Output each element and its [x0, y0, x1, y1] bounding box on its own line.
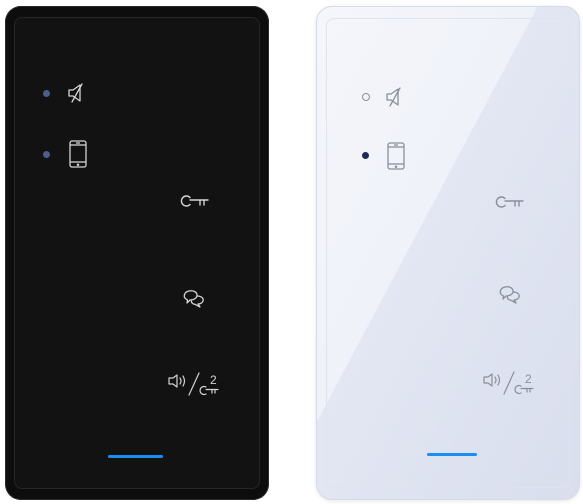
- chat-bubbles-icon: [183, 290, 204, 308]
- smartphone-icon: [69, 140, 87, 168]
- panel-inner-frame: [326, 18, 570, 488]
- keypad-panel-black: 2: [5, 6, 269, 500]
- panel-inner-frame: [14, 17, 260, 489]
- button-number-label: 2: [525, 372, 532, 386]
- phone-status-led: [43, 151, 50, 158]
- button-number-label: 2: [210, 373, 217, 387]
- key-icon: [495, 196, 524, 208]
- phone-status-led: [362, 152, 369, 159]
- chat-button[interactable]: [498, 282, 522, 306]
- mute-status-led: [362, 93, 370, 101]
- speaker-key-button[interactable]: 2: [483, 369, 539, 397]
- chat-button[interactable]: [182, 286, 206, 310]
- key-icon: [180, 195, 209, 207]
- speaker-key-icon: 2: [168, 372, 219, 396]
- chat-bubbles-icon: [499, 286, 520, 304]
- speaker-muted-icon: [67, 82, 89, 104]
- status-light-bar: [427, 453, 477, 456]
- speaker-key-button[interactable]: 2: [168, 370, 224, 398]
- status-light-bar: [108, 455, 163, 458]
- speaker-key-icon: 2: [483, 371, 534, 395]
- key-button[interactable]: [495, 195, 525, 209]
- speaker-muted-icon: [385, 86, 407, 108]
- keypad-panel-white: 2: [316, 6, 580, 500]
- smartphone-icon: [387, 142, 405, 170]
- key-button[interactable]: [180, 194, 210, 208]
- mute-status-led: [43, 90, 50, 97]
